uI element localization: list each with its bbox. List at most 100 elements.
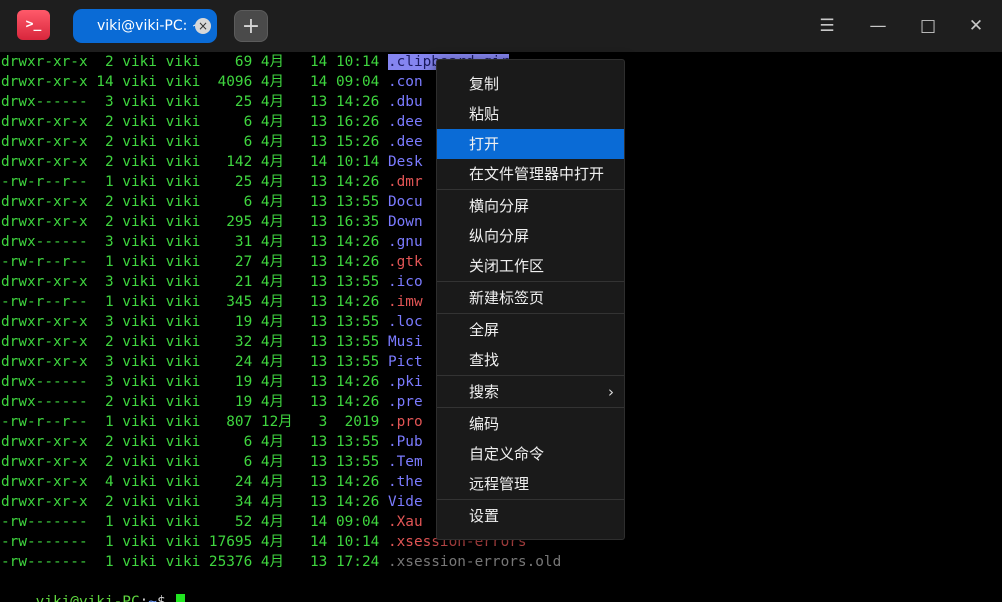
listing-meta: drwxr-xr-x 3 viki viki 24 4月 13 13:55: [1, 354, 388, 370]
listing-meta: drwxr-xr-x 4 viki viki 24 4月 13 14:26: [1, 474, 388, 490]
menu-icon[interactable]: ☰: [815, 14, 839, 38]
tab-title: viki@viki-PC: ~: [97, 18, 204, 34]
listing-filename[interactable]: .gtk: [388, 254, 423, 270]
listing-filename[interactable]: .loc: [388, 314, 423, 330]
listing-filename[interactable]: .con: [388, 74, 423, 90]
listing-filename[interactable]: .pki: [388, 374, 423, 390]
listing-row: drwxr-xr-x 2 viki viki 34 4月 13 14:26 Vi…: [1, 492, 423, 512]
listing-filename[interactable]: .xsession-errors.old: [388, 554, 561, 570]
listing-meta: drwxr-xr-x 2 viki viki 6 4月 13 13:55: [1, 194, 388, 210]
listing-filename[interactable]: .dmr: [388, 174, 423, 190]
listing-filename[interactable]: .the: [388, 474, 423, 490]
context-menu-item-label: 横向分屏: [469, 197, 530, 215]
context-menu-item-label: 新建标签页: [469, 289, 545, 307]
context-menu-item-label: 自定义命令: [469, 445, 545, 463]
context-menu-item-label: 编码: [469, 415, 500, 433]
context-menu-item-label: 复制: [469, 75, 500, 93]
prompt-user: viki@viki-PC: [35, 594, 140, 602]
listing-row: drwx------ 3 viki viki 25 4月 13 14:26 .d…: [1, 92, 423, 112]
listing-meta: -rw-r--r-- 1 viki viki 345 4月 13 14:26: [1, 294, 388, 310]
context-menu-item-label: 远程管理: [469, 475, 530, 493]
listing-filename[interactable]: .ico: [388, 274, 423, 290]
context-menu-item-label: 查找: [469, 351, 500, 369]
tab-close-icon[interactable]: ×: [195, 18, 211, 34]
context-menu-item[interactable]: 远程管理: [437, 469, 624, 499]
context-menu-item[interactable]: 查找: [437, 345, 624, 375]
close-button[interactable]: ✕: [964, 14, 988, 38]
title-bar: >_ viki@viki-PC: ~ × + ☰ — □ ✕: [0, 0, 1002, 52]
listing-row: drwx------ 3 viki viki 31 4月 13 14:26 .g…: [1, 232, 423, 252]
listing-filename[interactable]: Pict: [388, 354, 423, 370]
menu-separator: [437, 189, 624, 190]
listing-row: drwxr-xr-x 2 viki viki 142 4月 14 10:14 D…: [1, 152, 423, 172]
listing-row: drwxr-xr-x 3 viki viki 19 4月 13 13:55 .l…: [1, 312, 423, 332]
listing-meta: drwxr-xr-x 2 viki viki 6 4月 13 13:55: [1, 434, 388, 450]
listing-row: -rw-r--r-- 1 viki viki 27 4月 13 14:26 .g…: [1, 252, 423, 272]
listing-row: -rw-r--r-- 1 viki viki 345 4月 13 14:26 .…: [1, 292, 423, 312]
context-menu-item[interactable]: 打开: [437, 129, 624, 159]
maximize-button[interactable]: □: [916, 14, 940, 38]
context-menu-item[interactable]: 编码: [437, 409, 624, 439]
listing-filename[interactable]: .pre: [388, 394, 423, 410]
listing-meta: -rw------- 1 viki viki 52 4月 14 09:04: [1, 514, 388, 530]
minimize-button[interactable]: —: [866, 14, 890, 38]
context-menu-item-label: 设置: [469, 507, 500, 525]
listing-row: -rw------- 1 viki viki 52 4月 14 09:04 .X…: [1, 512, 423, 532]
listing-row: drwxr-xr-x 2 viki viki 295 4月 13 16:35 D…: [1, 212, 423, 232]
listing-meta: drwx------ 3 viki viki 31 4月 13 14:26: [1, 234, 388, 250]
listing-meta: drwxr-xr-x 14 viki viki 4096 4月 14 09:04: [1, 74, 388, 90]
context-menu-item[interactable]: 复制: [437, 69, 624, 99]
menu-separator: [437, 407, 624, 408]
listing-row: drwxr-xr-x 2 viki viki 32 4月 13 13:55 Mu…: [1, 332, 423, 352]
context-menu-item[interactable]: 粘贴: [437, 99, 624, 129]
context-menu-item-label: 关闭工作区: [469, 257, 545, 275]
listing-row: drwxr-xr-x 2 viki viki 6 4月 13 15:26 .de…: [1, 132, 423, 152]
listing-filename[interactable]: .dee: [388, 134, 423, 150]
context-menu-item[interactable]: 纵向分屏: [437, 221, 624, 251]
menu-separator: [437, 375, 624, 376]
context-menu-item-label: 粘贴: [469, 105, 500, 123]
listing-filename[interactable]: Down: [388, 214, 423, 230]
listing-meta: drwxr-xr-x 2 viki viki 32 4月 13 13:55: [1, 334, 388, 350]
listing-filename[interactable]: Desk: [388, 154, 423, 170]
context-menu-item[interactable]: 在文件管理器中打开: [437, 159, 624, 189]
listing-row: drwxr-xr-x 2 viki viki 69 4月 14 10:14 .c…: [1, 52, 510, 72]
listing-meta: drwxr-xr-x 3 viki viki 21 4月 13 13:55: [1, 274, 388, 290]
listing-row: drwxr-xr-x 2 viki viki 6 4月 13 16:26 .de…: [1, 112, 423, 132]
listing-row: drwxr-xr-x 2 viki viki 6 4月 13 13:55 Doc…: [1, 192, 423, 212]
menu-separator: [437, 499, 624, 500]
listing-filename[interactable]: Vide: [388, 494, 423, 510]
context-menu-item[interactable]: 关闭工作区: [437, 251, 624, 281]
listing-filename[interactable]: .Xau: [388, 514, 423, 530]
listing-meta: drwxr-xr-x 3 viki viki 19 4月 13 13:55: [1, 314, 388, 330]
context-menu-item[interactable]: 横向分屏: [437, 191, 624, 221]
new-tab-button[interactable]: +: [234, 10, 268, 42]
listing-row: -rw-r--r-- 1 viki viki 807 12月 3 2019 .p…: [1, 412, 423, 432]
listing-row: drwxr-xr-x 2 viki viki 6 4月 13 13:55 .Pu…: [1, 432, 423, 452]
listing-filename[interactable]: .dee: [388, 114, 423, 130]
listing-meta: drwxr-xr-x 2 viki viki 6 4月 13 15:26: [1, 134, 388, 150]
listing-filename[interactable]: .pro: [388, 414, 423, 430]
listing-meta: drwx------ 3 viki viki 19 4月 13 14:26: [1, 374, 388, 390]
context-menu-item[interactable]: 新建标签页: [437, 283, 624, 313]
listing-row: drwxr-xr-x 3 viki viki 24 4月 13 13:55 Pi…: [1, 352, 423, 372]
listing-filename[interactable]: .Tem: [388, 454, 423, 470]
listing-filename[interactable]: .imw: [388, 294, 423, 310]
tab-terminal[interactable]: viki@viki-PC: ~ ×: [73, 9, 217, 43]
listing-meta: drwx------ 2 viki viki 19 4月 13 14:26: [1, 394, 388, 410]
listing-meta: -rw------- 1 viki viki 17695 4月 14 10:14: [1, 534, 388, 550]
listing-filename[interactable]: .Pub: [388, 434, 423, 450]
terminal-app-icon[interactable]: >_: [17, 10, 50, 40]
listing-row: drwxr-xr-x 4 viki viki 24 4月 13 14:26 .t…: [1, 472, 423, 492]
prompt-line[interactable]: viki@viki-PC:~$: [1, 572, 186, 602]
listing-filename[interactable]: .gnu: [388, 234, 423, 250]
context-menu-item[interactable]: 自定义命令: [437, 439, 624, 469]
context-menu-item[interactable]: 全屏: [437, 315, 624, 345]
context-menu-item[interactable]: 设置: [437, 501, 624, 531]
listing-filename[interactable]: Docu: [388, 194, 423, 210]
listing-filename[interactable]: Musi: [388, 334, 423, 350]
listing-meta: drwxr-xr-x 2 viki viki 69 4月 14 10:14: [1, 54, 388, 70]
listing-filename[interactable]: .dbu: [388, 94, 423, 110]
context-menu-item[interactable]: 搜索 ›: [437, 377, 624, 407]
listing-row: -rw------- 1 viki viki 25376 4月 13 17:24…: [1, 552, 561, 572]
